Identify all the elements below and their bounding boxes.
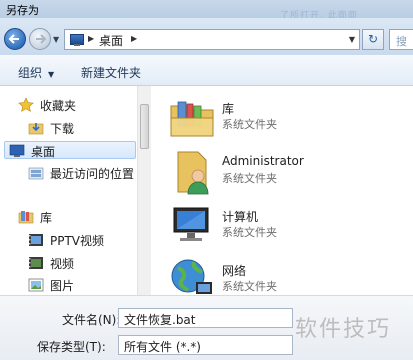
video-library-icon <box>29 234 43 246</box>
nav-item-desktop-label: 桌面 <box>31 145 56 159</box>
new-folder-button[interactable]: 新建文件夹 <box>81 64 141 81</box>
file-name: Administrator <box>222 154 304 168</box>
nav-scrollbar[interactable] <box>137 86 151 295</box>
nav-favorites-label: 收藏夹 <box>40 99 77 113</box>
forward-button[interactable] <box>29 28 51 50</box>
navigation-pane: 收藏夹 下载 桌面 最近访问的位置 库 PPTV视频 视频 图片 <box>0 86 151 295</box>
address-dropdown-icon[interactable]: ▼ <box>349 35 355 44</box>
back-button[interactable] <box>4 28 26 50</box>
back-arrow-icon <box>8 34 19 44</box>
file-type: 系统文件夹 <box>222 172 277 185</box>
organize-button[interactable]: 组织 ▼ <box>18 64 54 81</box>
file-item-libraries[interactable]: 库 系统文件夹 <box>168 94 408 150</box>
nav-item-recent[interactable]: 最近访问的位置 <box>28 164 136 182</box>
nav-favorites[interactable]: 收藏夹 <box>18 96 133 114</box>
title-bar: 另存为 了所打开, 此面面 <box>0 0 413 21</box>
nav-item-downloads[interactable]: 下载 <box>28 119 133 137</box>
window-title: 另存为 <box>6 4 39 17</box>
computer-icon <box>173 207 209 241</box>
file-type: 系统文件夹 <box>222 118 277 131</box>
star-icon <box>18 97 34 112</box>
nav-item-pptv[interactable]: PPTV视频 <box>28 231 133 249</box>
desktop-icon <box>70 34 84 46</box>
nav-item-recent-label: 最近访问的位置 <box>50 167 135 181</box>
user-folder-icon <box>177 151 209 195</box>
organize-label: 组织 <box>18 66 43 80</box>
nav-item-videos[interactable]: 视频 <box>28 254 133 272</box>
chevron-right-icon[interactable]: ▶ <box>88 34 94 43</box>
search-placeholder: 搜 <box>396 35 407 48</box>
command-toolbar: 组织 ▼ 新建文件夹 <box>0 55 413 86</box>
chevron-down-icon: ▼ <box>48 70 55 79</box>
nav-item-pictures[interactable]: 图片 <box>28 276 133 294</box>
refresh-button[interactable]: ↻ <box>362 29 384 50</box>
savetype-label: 保存类型(T): <box>37 340 106 354</box>
refresh-icon: ↻ <box>367 32 379 46</box>
nav-libraries-label: 库 <box>40 211 53 225</box>
desktop-icon <box>9 144 25 157</box>
nav-item-pictures-label: 图片 <box>50 279 75 293</box>
file-list: 库 系统文件夹 Administrator 系统文件夹 计算机 系统文件夹 网络 <box>152 86 413 295</box>
libraries-folder-icon <box>170 101 214 137</box>
nav-item-pptv-label: PPTV视频 <box>50 234 105 248</box>
picture-library-icon <box>28 278 44 292</box>
nav-libraries[interactable]: 库 <box>18 208 133 226</box>
filename-label: 文件名(N): <box>62 313 121 327</box>
file-type: 系统文件夹 <box>222 226 277 239</box>
file-name: 网络 <box>222 264 247 278</box>
library-icon <box>18 211 34 224</box>
address-bar[interactable]: ▶ 桌面 ▶ ▼ <box>64 29 360 50</box>
search-input[interactable]: 搜 <box>389 29 413 50</box>
file-item-administrator[interactable]: Administrator 系统文件夹 <box>168 148 408 204</box>
video-library-icon <box>29 257 43 269</box>
file-name: 库 <box>222 102 235 116</box>
filename-input[interactable]: 文件恢复.bat <box>118 308 293 328</box>
nav-item-desktop[interactable]: 桌面 <box>4 141 136 159</box>
recent-pages-dropdown-icon[interactable]: ▼ <box>53 35 59 44</box>
address-row: ▼ ▶ 桌面 ▶ ▼ ↻ 搜 <box>0 18 413 55</box>
recent-places-icon <box>28 167 44 180</box>
chevron-right-icon[interactable]: ▶ <box>131 34 137 43</box>
savetype-select[interactable]: 所有文件 (*.*) <box>118 335 293 355</box>
watermark-text: 软件技巧 <box>295 317 392 342</box>
forward-arrow-icon <box>36 34 47 44</box>
download-folder-icon <box>28 123 44 135</box>
file-item-computer[interactable]: 计算机 系统文件夹 <box>168 202 408 258</box>
nav-scrollbar-thumb[interactable] <box>140 104 149 149</box>
file-name: 计算机 <box>222 210 259 224</box>
file-type: 系统文件夹 <box>222 280 277 293</box>
nav-item-videos-label: 视频 <box>50 257 75 271</box>
breadcrumb-desktop[interactable]: 桌面 <box>99 32 123 49</box>
nav-item-downloads-label: 下载 <box>50 122 75 136</box>
